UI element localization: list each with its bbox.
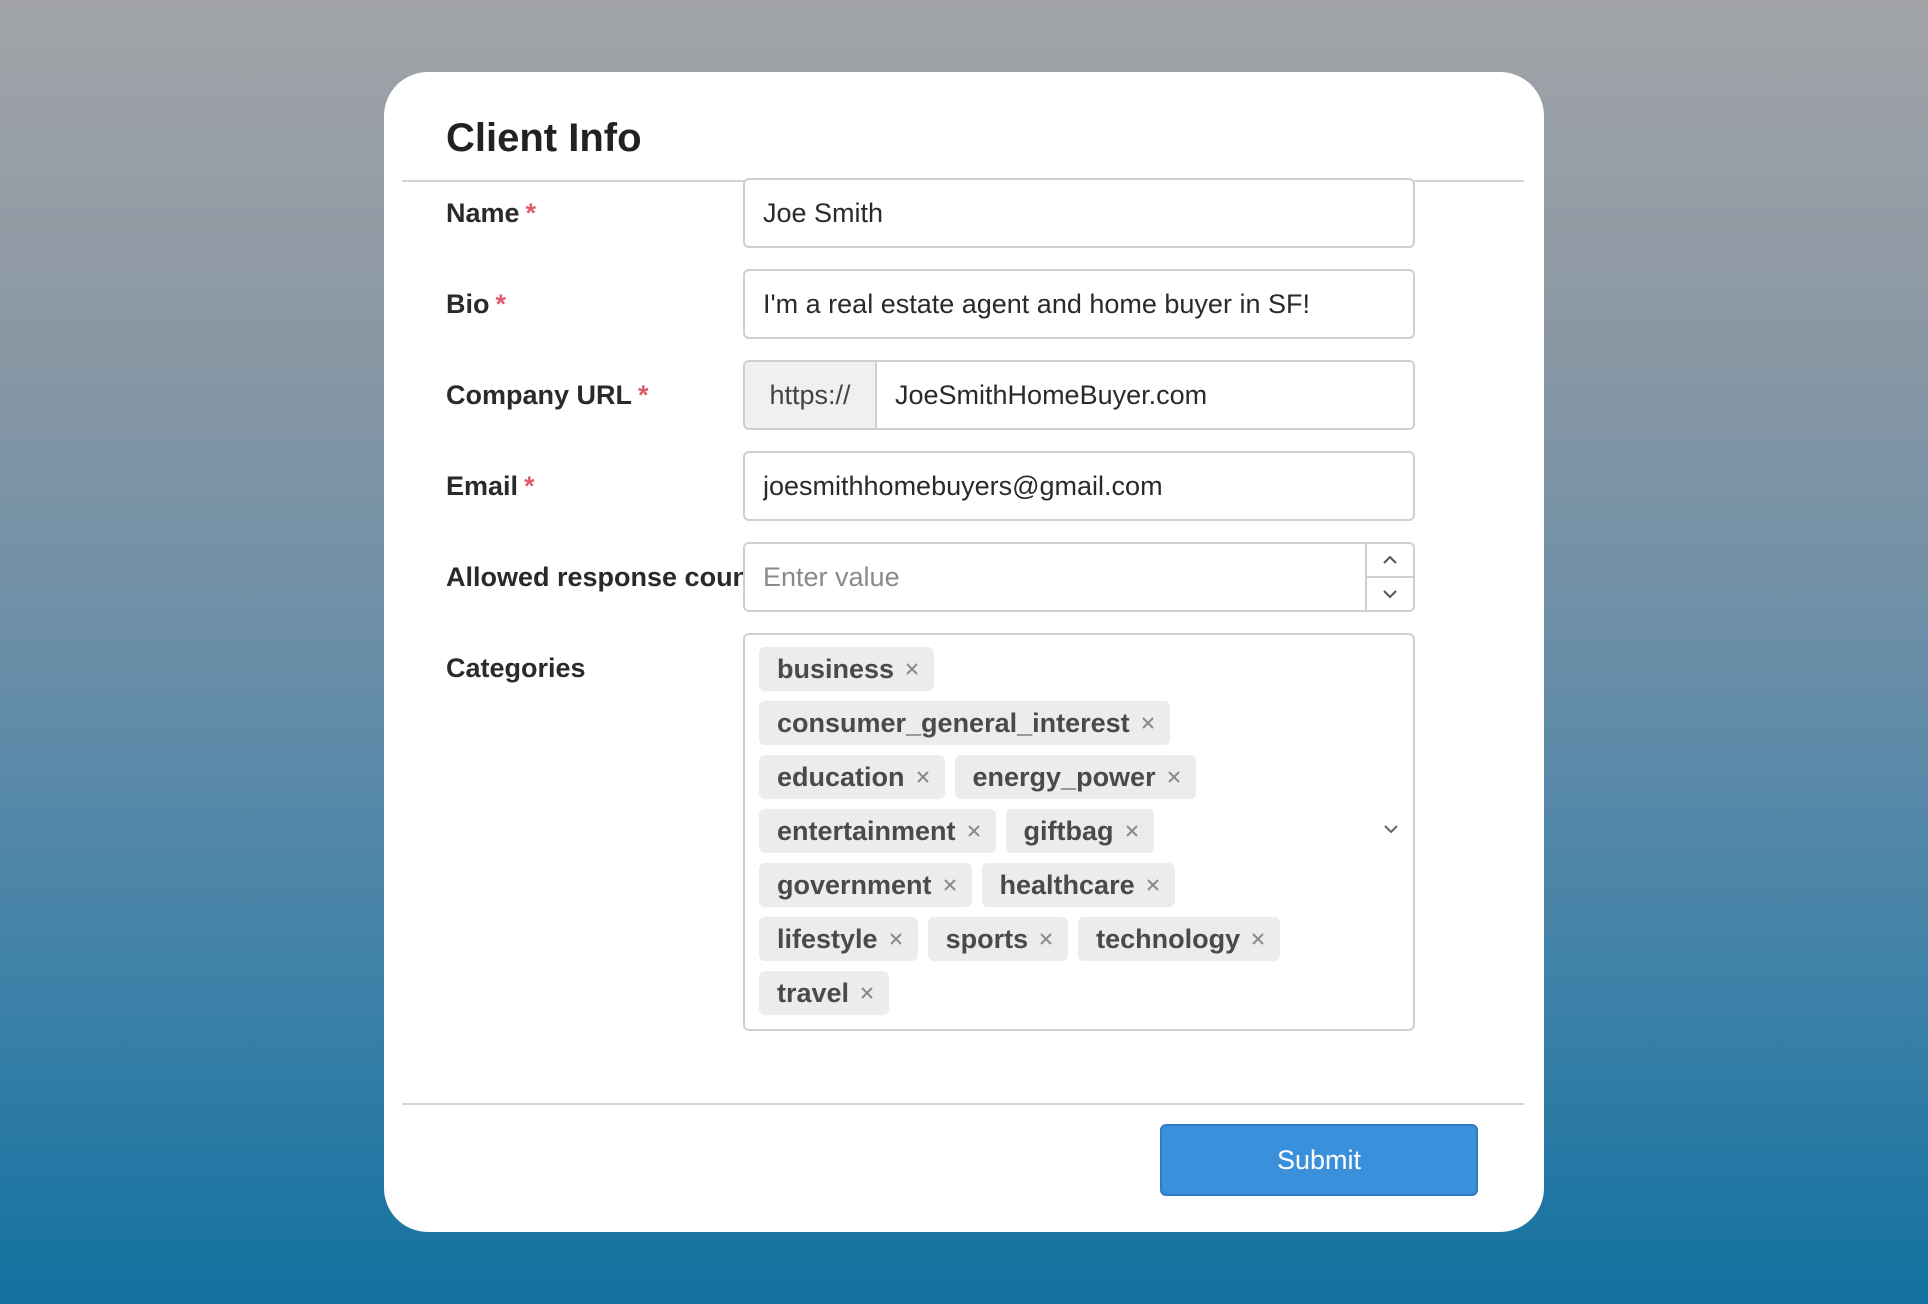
category-tag: education: [759, 755, 945, 799]
category-tag: entertainment: [759, 809, 996, 853]
tag-row: government healthcare: [759, 863, 1399, 907]
bio-label-text: Bio: [446, 289, 490, 319]
company-url-label: Company URL *: [446, 377, 649, 413]
categories-label-text: Categories: [446, 653, 586, 683]
email-label-text: Email: [446, 471, 519, 501]
category-tag-label: giftbag: [1023, 815, 1114, 846]
close-icon[interactable]: [966, 823, 982, 839]
tag-row: travel: [759, 971, 1399, 1015]
required-marker: *: [525, 198, 537, 228]
category-tag-label: sports: [945, 923, 1029, 954]
category-tag: consumer_general_interest: [759, 701, 1170, 745]
chevron-down-icon[interactable]: [1383, 821, 1399, 839]
category-tag: business: [759, 647, 935, 691]
allowed-response-count-label: Allowed response count: [446, 559, 758, 595]
tag-row: lifestyle sports technology: [759, 917, 1399, 961]
chevron-up-icon: [1383, 555, 1397, 564]
url-prefix: https://: [745, 362, 877, 428]
name-input[interactable]: [743, 178, 1415, 248]
category-tag-label: travel: [777, 977, 850, 1008]
bio-input[interactable]: [743, 269, 1415, 339]
company-url-label-text: Company URL: [446, 380, 633, 410]
category-tag-label: entertainment: [777, 815, 956, 846]
submit-button[interactable]: Submit: [1160, 1124, 1478, 1196]
category-tag-label: government: [777, 869, 932, 900]
category-tag: energy_power: [954, 755, 1196, 799]
close-icon[interactable]: [1250, 931, 1266, 947]
category-tag-label: consumer_general_interest: [777, 707, 1130, 738]
close-icon[interactable]: [915, 769, 931, 785]
category-tag: healthcare: [981, 863, 1175, 907]
company-url-input[interactable]: [877, 362, 1413, 428]
tag-row: business: [759, 647, 1399, 691]
stepper-up-button[interactable]: [1367, 544, 1413, 578]
allowed-response-count-label-text: Allowed response count: [446, 562, 759, 592]
form-title: Client Info: [446, 116, 642, 160]
close-icon[interactable]: [942, 877, 958, 893]
email-label: Email *: [446, 468, 535, 504]
category-tag-label: healthcare: [999, 869, 1135, 900]
name-label: Name *: [446, 195, 536, 231]
required-marker: *: [495, 289, 507, 319]
footer-divider: [402, 1103, 1524, 1105]
category-tag: sports: [927, 917, 1069, 961]
close-icon[interactable]: [904, 661, 920, 677]
email-input[interactable]: [743, 451, 1415, 521]
required-marker: *: [524, 471, 535, 501]
category-tag-label: technology: [1096, 923, 1241, 954]
chevron-down-icon: [1383, 590, 1397, 599]
company-url-field: https://: [743, 360, 1415, 430]
category-tag-label: business: [777, 653, 895, 684]
bio-label: Bio *: [446, 286, 506, 322]
allowed-response-count-input[interactable]: [745, 544, 1365, 610]
name-label-text: Name: [446, 198, 520, 228]
category-tag: travel: [759, 971, 890, 1015]
close-icon[interactable]: [1166, 769, 1182, 785]
close-icon[interactable]: [1140, 715, 1156, 731]
categories-label: Categories: [446, 650, 586, 686]
tag-row: entertainment giftbag: [759, 809, 1399, 853]
category-tag: government: [759, 863, 972, 907]
client-info-card: Client Info Name* Bio* Company URL* http…: [384, 72, 1544, 1232]
tag-row: education energy_power: [759, 755, 1399, 799]
quantity-stepper: [1365, 544, 1413, 610]
category-tag-label: lifestyle: [777, 923, 878, 954]
tag-row: consumer_general_interest: [759, 701, 1399, 745]
categories-multiselect[interactable]: business consumer_general_interest educa…: [743, 633, 1415, 1031]
close-icon[interactable]: [1145, 877, 1161, 893]
allowed-response-count-field: [743, 542, 1415, 612]
close-icon[interactable]: [1124, 823, 1140, 839]
stepper-down-button[interactable]: [1367, 578, 1413, 610]
category-tag: technology: [1078, 917, 1281, 961]
close-icon[interactable]: [1038, 931, 1054, 947]
category-tag: lifestyle: [759, 917, 918, 961]
close-icon[interactable]: [859, 985, 875, 1001]
category-tag: giftbag: [1005, 809, 1154, 853]
category-tag-label: education: [777, 761, 905, 792]
required-marker: *: [638, 380, 649, 410]
category-tag-label: energy_power: [972, 761, 1156, 792]
close-icon[interactable]: [888, 931, 904, 947]
